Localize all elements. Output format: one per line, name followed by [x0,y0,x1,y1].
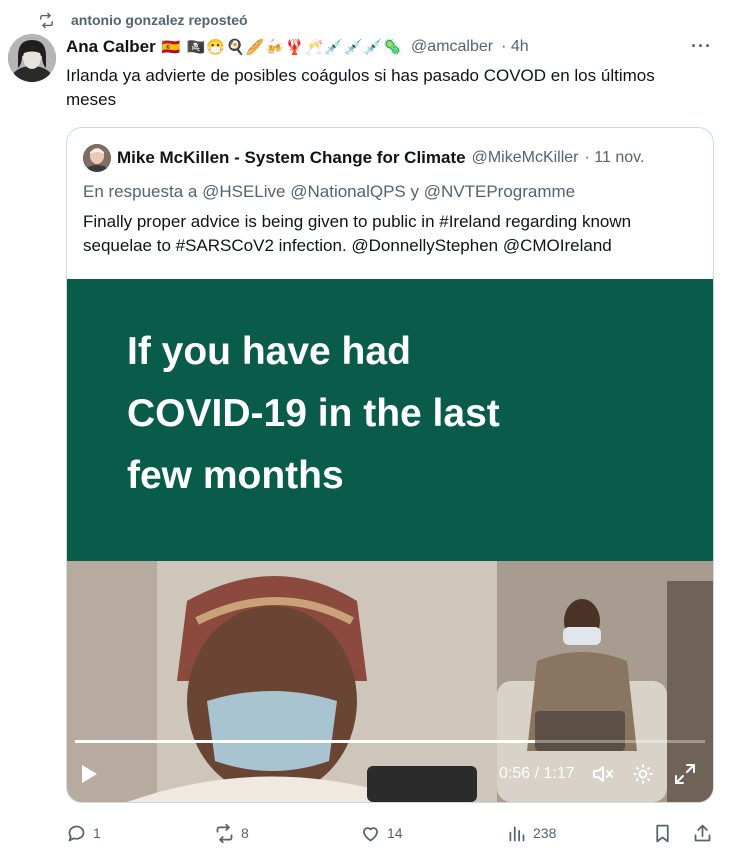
share-button[interactable] [692,818,719,848]
more-options-button[interactable]: ··· [691,36,712,57]
tweet-header: Ana Calber 🇪🇸 🏴‍☠️😷🍳🥖🍻🦞🥂💉💉💉🦠 @amcalber ·… [66,36,718,58]
heart-icon [363,826,378,841]
quoted-tweet[interactable]: Mike McKillen - System Change for Climat… [66,127,714,803]
reply-mention-nvteprogramme: @NVTEProgramme [423,182,576,201]
repost-indicator[interactable]: antonio gonzalez reposteó [38,10,248,30]
settings-icon[interactable] [631,762,655,786]
reply-connector: y [410,182,420,201]
quote-header: Mike McKillen - System Change for Climat… [83,144,699,172]
author-name[interactable]: Ana Calber [66,37,156,57]
author-handle[interactable]: @amcalber [411,38,493,56]
headline-line-1: If you have had [127,330,411,373]
bookmark-button[interactable] [652,818,679,848]
repost-icon [216,823,233,843]
reply-prefix: En respuesta a [83,182,198,201]
avatar[interactable] [8,34,56,82]
quote-avatar [83,144,111,172]
mute-icon[interactable] [591,762,615,786]
video-controls: 0:56 / 1:17 [67,749,713,799]
view-count: 238 [533,825,557,841]
reply-mention-hselive: @HSELive [202,182,286,201]
quote-author-name: Mike McKillen - System Change for Climat… [117,148,466,167]
author-emojis: 🇪🇸 🏴‍☠️😷🍳🥖🍻🦞🥂💉💉💉🦠 [161,39,404,56]
play-icon[interactable] [79,763,99,785]
video-player[interactable]: If you have had COVID-19 in the last few… [67,279,713,802]
repost-count: 8 [241,825,249,841]
reply-count: 1 [93,825,101,841]
like-button[interactable]: 14 [360,818,403,848]
reply-button[interactable]: 1 [66,818,101,848]
headline-line-2: COVID-19 in the last [127,392,500,435]
quote-author-handle: @MikeMcKiller [471,149,579,166]
repost-label: antonio gonzalez reposteó [71,12,248,28]
reply-icon [68,825,85,841]
video-time: 0:56 / 1:17 [499,765,575,782]
analytics-icon [509,826,525,841]
headline-line-3: few months [127,454,344,497]
tweet-time[interactable]: · 4h [501,38,529,56]
repost-button[interactable]: 8 [214,818,249,848]
tweet-text: Irlanda ya advierte de posibles coágulos… [66,66,655,109]
video-title-card: If you have had COVID-19 in the last few… [67,279,713,561]
video-headline: If you have had COVID-19 in the last few… [127,321,667,507]
bookmark-icon [656,824,669,842]
like-count: 14 [387,825,403,841]
video-progress-bar[interactable] [75,740,705,743]
views-button[interactable]: 238 [506,818,556,848]
video-progress-fill [75,740,535,743]
share-icon [694,824,711,841]
reply-context: En respuesta a @HSELive @NationalQPS y @… [83,180,575,204]
tweet-actions: 1 8 14 238 [66,818,716,848]
repost-icon [40,12,53,28]
quote-time: · 11 nov. [584,149,645,166]
reply-mention-nationalqps: @NationalQPS [290,182,406,201]
fullscreen-icon[interactable] [673,762,697,786]
quote-text: Finally proper advice is being given to … [83,212,632,255]
